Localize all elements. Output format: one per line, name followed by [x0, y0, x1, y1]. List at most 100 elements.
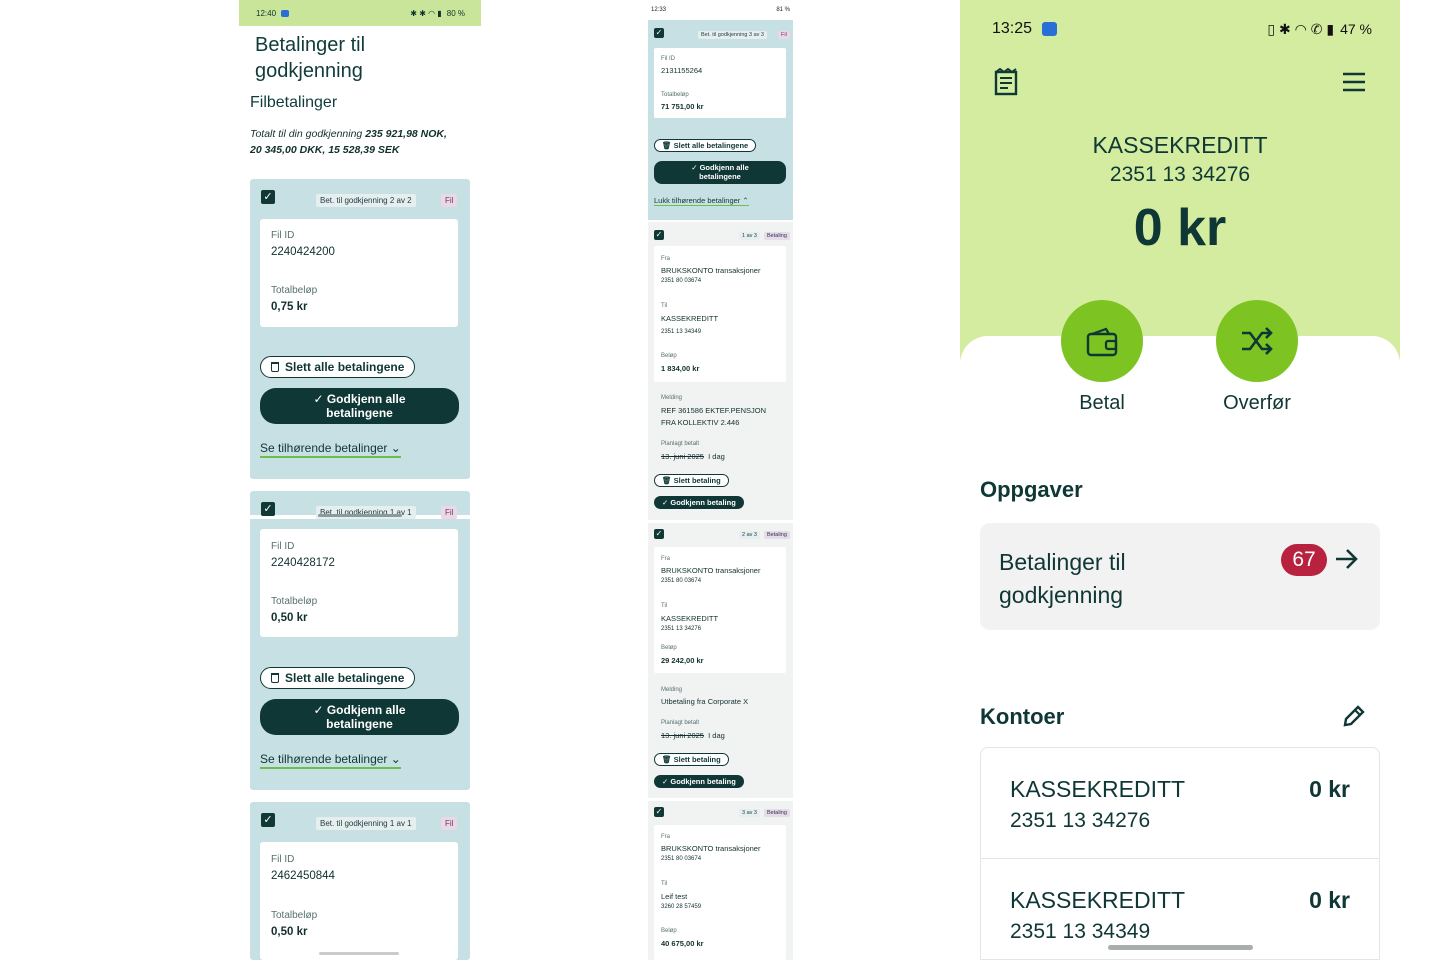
task-title: Betalinger til godkjenning: [999, 546, 1126, 612]
type-badge: Fil: [778, 31, 790, 39]
account-name: KASSEKREDITT: [1092, 132, 1268, 158]
amount-value: 29 242,00 kr: [661, 656, 704, 665]
account-row-number: 2351 13 34349: [1010, 920, 1151, 943]
transfer-button[interactable]: [1216, 300, 1298, 382]
select-checkbox[interactable]: ✓: [261, 813, 275, 827]
total-value: 0,75 kr: [271, 301, 308, 313]
account-row-name: KASSEKREDITT: [1010, 887, 1186, 913]
total-label: Totalbeløp: [271, 910, 318, 921]
arrow-right-icon: [1336, 549, 1358, 569]
phone-3-account-overview: 13:25 ▯ ✱ ◠ ✆ ▮ 47 % KASSEKREDITT 2351 1…: [960, 0, 1400, 960]
approve-label-1: ✓ Godkjenn alle: [691, 163, 749, 172]
amount-label: Beløp: [661, 928, 677, 934]
file-details: Fil ID 2131155264 Totalbeløp 71 751,00 k…: [654, 48, 786, 118]
amount-label: Beløp: [661, 353, 677, 359]
receipt-icon[interactable]: [994, 68, 1018, 96]
phone-2-related-payments: 12:33 81 % ✓ Bet. til godkjenning 3 av 3…: [640, 0, 800, 960]
select-checkbox[interactable]: ✓: [261, 502, 275, 516]
status-bar: 12:33 81 %: [640, 0, 800, 20]
close-related-payments-link[interactable]: Lukk tilhørende betalinger ⌃: [654, 196, 749, 206]
approve-all-button[interactable]: ✓ Godkjenn alle betalingene: [654, 161, 786, 184]
chevron-up-icon: ⌃: [742, 196, 749, 205]
delete-payment-button[interactable]: 🗑 Slett betaling: [654, 753, 729, 766]
type-badge: Fil: [441, 817, 458, 830]
total-label: Totalbeløp: [271, 285, 318, 296]
status-badge: Bet. til godkjenning 2 av 2: [316, 194, 416, 207]
to-account: 3260 28 57459: [661, 904, 702, 910]
file-details: Fil ID 2240424200 Totalbeløp 0,75 kr: [260, 219, 458, 327]
type-badge: Betaling: [764, 531, 790, 539]
message-line-1: Utbetaling fra Corporate X: [661, 697, 749, 706]
amount-value: 40 675,00 kr: [661, 939, 704, 948]
planned-date: 13. juni 2025 I dag: [661, 452, 725, 461]
message-line-1: REF 361586 EKTEF.PENSJON: [661, 406, 767, 415]
see-related-payments-link[interactable]: Se tilhørende betalinger ⌄: [260, 441, 401, 458]
planned-new-date: I dag: [708, 731, 725, 740]
payment-item: ✓ 1 av 3 Betaling Fra BRUKSKONTO transak…: [648, 222, 793, 520]
see-related-payments-link[interactable]: Se tilhørende betalinger ⌄: [260, 752, 401, 769]
delete-all-button[interactable]: Slett alle betalingene: [260, 356, 416, 378]
delete-payment-label: Slett betaling: [673, 755, 721, 764]
planned-label: Planlagt betalt: [661, 720, 700, 726]
select-checkbox[interactable]: ✓: [654, 529, 664, 539]
total-prefix: Totalt til din godkjenning: [250, 128, 366, 140]
pay-button[interactable]: [1061, 300, 1143, 382]
select-checkbox[interactable]: ✓: [654, 230, 664, 240]
approve-all-button[interactable]: ✓ Godkjenn alle betalingene: [260, 699, 459, 735]
gesture-bar: [319, 952, 399, 955]
approve-payment-button[interactable]: ✓ Godkjenn betaling: [654, 496, 744, 509]
from-label: Fra: [661, 556, 670, 562]
type-badge: Betaling: [764, 809, 790, 817]
task-count-badge: 67: [1281, 544, 1327, 576]
fil-id-value: 2462450844: [271, 870, 335, 882]
payment-details: Fra BRUKSKONTO transaksjoner 2351 80 036…: [654, 547, 786, 673]
menu-icon[interactable]: [1342, 72, 1366, 92]
to-account: 2351 13 34276: [661, 626, 702, 632]
delete-all-button[interactable]: 🗑 Slett alle betalingene: [654, 139, 757, 152]
approve-label-2: betalingene: [326, 717, 393, 731]
fil-id-label: Fil ID: [271, 541, 295, 552]
to-label: Til: [661, 881, 668, 887]
chevron-down-icon: ⌄: [390, 752, 401, 766]
status-badge: 2 av 3: [739, 531, 760, 539]
select-checkbox[interactable]: ✓: [654, 28, 664, 38]
select-checkbox[interactable]: ✓: [654, 807, 664, 817]
fil-id-value: 2240424200: [271, 246, 335, 258]
edit-pencil-icon[interactable]: [1342, 704, 1366, 728]
total-label: Totalbeløp: [271, 596, 318, 607]
status-time: 13:25: [992, 20, 1033, 37]
fil-id-label: Fil ID: [271, 854, 295, 865]
status-badge: 3 av 3: [739, 809, 760, 817]
total-value: 0,50 kr: [271, 926, 308, 938]
approve-all-button[interactable]: ✓ Godkjenn alle betalingene: [260, 388, 459, 424]
total-value: 71 751,00 kr: [661, 102, 704, 111]
total-summary: Totalt til din godkjenning 235 921,98 NO…: [250, 126, 475, 158]
task-title-line-2: godkjenning: [999, 582, 1124, 608]
from-account: 2351 80 03674: [661, 856, 702, 862]
status-badge: Bet. til godkjenning 3 av 3: [698, 31, 767, 39]
select-checkbox[interactable]: ✓: [261, 190, 275, 204]
trash-icon: 🗑: [662, 141, 672, 150]
approve-label-2: betalingene: [326, 406, 393, 420]
approve-payment-button[interactable]: ✓ Godkjenn betaling: [654, 775, 744, 788]
approve-label-2: betalingene: [699, 172, 741, 181]
accounts-heading: Kontoer: [980, 704, 1065, 729]
account-row[interactable]: KASSEKREDITT 2351 13 34276 0 kr: [980, 747, 1380, 859]
total-dkk-sek: 20 345,00 DKK, 15 528,39 SEK: [250, 144, 400, 156]
planned-old-date: 13. juni 2025: [661, 731, 704, 740]
app-notification-icon: [281, 9, 290, 17]
planned-date: 13. juni 2025 I dag: [661, 731, 725, 740]
phone-1-file-payments: 12:40 ✱ ✱ ◠ ▮ 80 % Betalinger til godkjen…: [239, 0, 481, 960]
page-title-line-1: Betalinger til: [255, 34, 366, 56]
to-label: Til: [661, 603, 668, 609]
delete-payment-button[interactable]: 🗑 Slett betaling: [654, 474, 729, 487]
trash-icon: 🗑: [662, 755, 672, 764]
account-balance: 0 kr: [1133, 199, 1227, 257]
page-title: Betalinger til godkjenning: [255, 32, 365, 84]
delete-all-button[interactable]: Slett alle betalingene: [260, 667, 416, 689]
transfer-label: Overfør: [1223, 392, 1291, 414]
trash-icon: 🗑: [662, 476, 672, 485]
approval-task-card[interactable]: Betalinger til godkjenning 67: [980, 523, 1380, 630]
scroll-handle: [318, 514, 402, 517]
trash-icon: [271, 673, 279, 683]
